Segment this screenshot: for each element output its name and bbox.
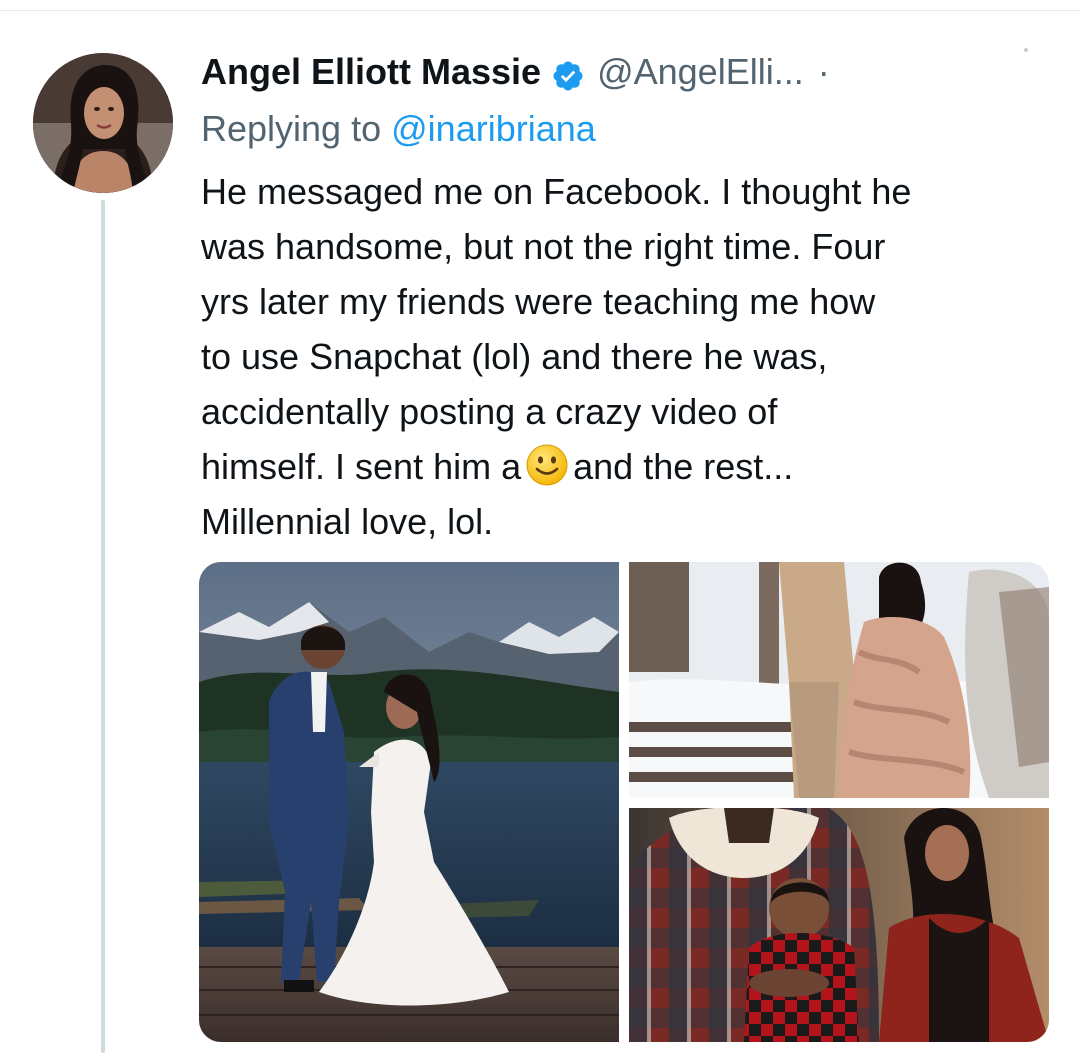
tweet-line: Millennial love, lol. bbox=[201, 501, 494, 542]
reply-to-link[interactable]: @inaribriana bbox=[391, 108, 596, 149]
tweet-header: Angel Elliott Massie @AngelElli... · bbox=[201, 46, 830, 98]
tweet-line-part: and the rest... bbox=[573, 446, 794, 487]
user-handle[interactable]: @AngelElli... bbox=[597, 46, 804, 98]
reply-context: Replying to @inaribriana bbox=[201, 103, 596, 155]
tweet-line-with-emoji: himself. I sent him a and the rest... bbox=[201, 439, 1061, 494]
tweet-line: accidentally posting a crazy video of bbox=[201, 391, 778, 432]
snow-maternity-photo[interactable] bbox=[629, 562, 1049, 798]
tweet-line: to use Snapchat (lol) and there he was, bbox=[201, 336, 828, 377]
display-name[interactable]: Angel Elliott Massie bbox=[201, 46, 541, 98]
avatar[interactable] bbox=[33, 53, 173, 193]
reply-prefix: Replying to bbox=[201, 108, 382, 149]
tweet-line-part: himself. I sent him a bbox=[201, 446, 522, 487]
media-grid bbox=[199, 562, 1049, 1042]
thread-line bbox=[101, 200, 105, 1053]
family-plaid-photo[interactable] bbox=[629, 808, 1049, 1042]
tweet-line: He messaged me on Facebook. I thought he bbox=[201, 171, 912, 212]
tweet-text: He messaged me on Facebook. I thought he… bbox=[201, 164, 1061, 549]
wedding-lake-photo[interactable] bbox=[199, 562, 619, 1042]
top-divider bbox=[0, 10, 1080, 11]
verified-badge-icon[interactable] bbox=[551, 55, 585, 91]
slightly-smiling-face-emoji bbox=[525, 443, 569, 487]
tweet-line: yrs later my friends were teaching me ho… bbox=[201, 281, 876, 322]
separator-dot: · bbox=[817, 51, 830, 92]
corner-mark bbox=[1024, 48, 1028, 52]
tweet-line: was handsome, but not the right time. Fo… bbox=[201, 226, 886, 267]
